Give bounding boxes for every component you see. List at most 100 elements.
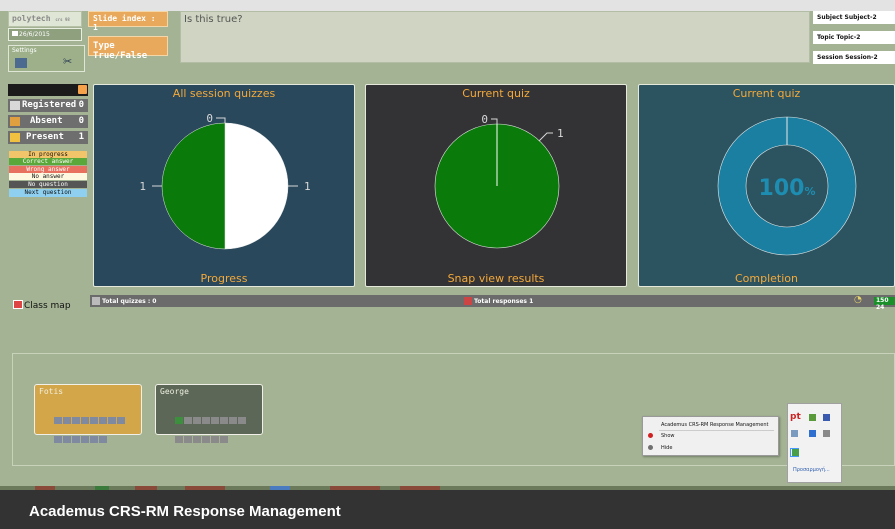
current-quiz-pie: 10 bbox=[434, 113, 564, 249]
tools-icon[interactable]: ✂ bbox=[63, 56, 77, 68]
student-card-fotis[interactable]: Fotis bbox=[34, 384, 142, 443]
tray-overflow-flyout: pt Προσαρμογή... bbox=[787, 403, 842, 483]
answer-square bbox=[211, 417, 219, 424]
academus-tray-icon[interactable] bbox=[792, 449, 799, 456]
current-quiz-panel: Current quiz 10 Snap view results bbox=[365, 84, 627, 287]
chart-settings-icon[interactable] bbox=[15, 58, 27, 68]
session-quizzes-panel: All session quizzes 110 Progress bbox=[93, 84, 355, 287]
tray-app-icon[interactable] bbox=[823, 414, 830, 421]
slice-label: 1 bbox=[304, 180, 311, 193]
tray-pt-icon[interactable]: pt bbox=[790, 412, 801, 422]
class-map-icon bbox=[13, 300, 23, 309]
person-absent-icon bbox=[10, 117, 20, 126]
student-name: Fotis bbox=[39, 387, 64, 396]
tray-app-icon[interactable] bbox=[791, 430, 798, 437]
legend-wrong-answer: Wrong answer bbox=[9, 166, 87, 173]
legend-next-question: Next question bbox=[9, 189, 87, 197]
student-name: George bbox=[160, 387, 189, 396]
completion-donut: 100% bbox=[717, 116, 857, 256]
menu-item-show[interactable]: Show bbox=[648, 433, 675, 439]
answer-square bbox=[175, 436, 183, 443]
session-field: Session Session-2 bbox=[813, 51, 895, 64]
registered-stat: Registered 0 bbox=[8, 99, 88, 112]
caption-bar: Academus CRS-RM Response Management bbox=[0, 490, 895, 529]
answer-square bbox=[117, 417, 125, 424]
timer-counter: 150 24 bbox=[874, 297, 895, 311]
tray-context-menu: Academus CRS-RM Response Management Show… bbox=[642, 416, 779, 456]
label-leader bbox=[491, 118, 498, 124]
total-responses: Total responses 1 bbox=[464, 297, 533, 305]
answer-square bbox=[175, 417, 183, 424]
answer-square bbox=[99, 417, 107, 424]
answer-square bbox=[54, 417, 62, 424]
answer-square bbox=[108, 417, 116, 424]
answer-square bbox=[184, 417, 192, 424]
slice-label: 1 bbox=[139, 180, 146, 193]
answer-square bbox=[220, 417, 228, 424]
student-search-bar[interactable] bbox=[8, 84, 88, 96]
answer-grid bbox=[54, 410, 130, 448]
answer-square bbox=[81, 417, 89, 424]
absent-stat: Absent 0 bbox=[8, 115, 88, 128]
folder-icon[interactable] bbox=[78, 85, 87, 94]
completion-panel: Current quiz 100% Completion bbox=[638, 84, 895, 287]
answer-square bbox=[63, 436, 71, 443]
question-text: Is this true? bbox=[184, 14, 243, 25]
menu-item-hide[interactable]: Hide bbox=[648, 445, 672, 451]
answer-square bbox=[193, 417, 201, 424]
panel-footer: Progress bbox=[200, 272, 248, 285]
answer-square bbox=[72, 417, 80, 424]
answer-square bbox=[72, 436, 80, 443]
show-icon bbox=[648, 433, 653, 438]
pie-slice bbox=[161, 122, 226, 250]
clock-icon: ◔ bbox=[854, 295, 862, 305]
panel-footer: Completion bbox=[734, 272, 798, 285]
answer-square bbox=[90, 417, 98, 424]
checklist-icon bbox=[10, 101, 20, 110]
present-stat: Present 1 bbox=[8, 131, 88, 144]
answer-square bbox=[90, 436, 98, 443]
answer-square bbox=[63, 417, 71, 424]
legend-no-question: No question bbox=[9, 181, 87, 188]
answer-square bbox=[220, 436, 228, 443]
answer-square bbox=[81, 436, 89, 443]
panel-footer: Snap view results bbox=[447, 272, 545, 285]
question-text-box: Is this true? bbox=[180, 11, 810, 63]
slice-label: 1 bbox=[557, 127, 564, 140]
student-card-george[interactable]: George bbox=[155, 384, 263, 443]
menu-separator bbox=[659, 430, 774, 431]
top-band bbox=[0, 0, 895, 11]
answer-square bbox=[202, 417, 210, 424]
answer-square bbox=[229, 417, 237, 424]
total-quizzes: Total quizzes : 0 bbox=[92, 297, 156, 305]
answer-square bbox=[99, 436, 107, 443]
answer-square bbox=[211, 436, 219, 443]
question-type: Type True/False bbox=[88, 36, 168, 61]
tray-app-icon[interactable] bbox=[809, 414, 816, 421]
topic-field: Topic Topic-2 bbox=[813, 31, 895, 44]
slide-index: Slide index : 1 bbox=[88, 11, 168, 32]
tray-app-icon[interactable] bbox=[823, 430, 830, 437]
context-menu-title: Academus CRS-RM Response Management bbox=[661, 422, 769, 428]
person-present-icon bbox=[10, 133, 20, 142]
hide-icon bbox=[648, 445, 653, 450]
response-icon bbox=[464, 297, 472, 305]
class-map-button[interactable]: Class map bbox=[13, 300, 71, 311]
status-bar: Total quizzes : 0 Total responses 1 ◔ 15… bbox=[90, 295, 895, 311]
answer-square bbox=[202, 436, 210, 443]
customize-link[interactable]: Προσαρμογή... bbox=[793, 467, 830, 473]
subject-field: Subject Subject-2 bbox=[813, 11, 895, 24]
answer-grid bbox=[175, 410, 251, 448]
settings-label: Settings bbox=[12, 47, 37, 54]
label-leader bbox=[538, 132, 553, 142]
session-quizzes-pie: 1 1 0 bbox=[139, 112, 311, 250]
legend-in-progress: In progress bbox=[9, 151, 87, 158]
pie-slice bbox=[224, 122, 289, 250]
legend-no-answer: No answer bbox=[9, 173, 87, 180]
tray-app-icon[interactable] bbox=[809, 430, 816, 437]
date-display: 26/6/2015 bbox=[8, 28, 82, 41]
answer-square bbox=[238, 417, 246, 424]
calendar-icon bbox=[12, 31, 18, 36]
quiz-icon bbox=[92, 297, 100, 305]
slice-label: 0 bbox=[206, 112, 213, 125]
